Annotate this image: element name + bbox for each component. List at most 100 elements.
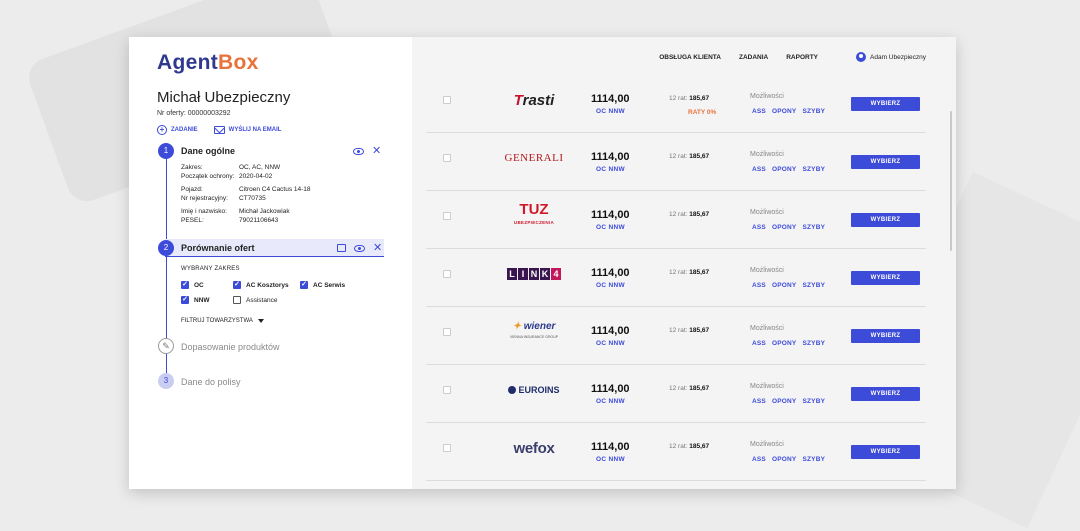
checkbox-assistance[interactable]: Assistance xyxy=(233,296,277,304)
offer-select-checkbox[interactable] xyxy=(443,444,451,452)
extra-ass[interactable]: ASS xyxy=(752,224,766,231)
extra-opony[interactable]: OPONY xyxy=(772,398,796,405)
offer-coverage: OC NNW xyxy=(596,166,625,173)
checkbox-ac-kosztorys[interactable]: ✓ AC Kosztorys xyxy=(233,281,289,289)
add-task-label: ZADANIE xyxy=(171,127,198,133)
offer-row: Trasti 1114,00 OC NNW 12 rat: 185,67 RAT… xyxy=(426,75,926,133)
reg-value: CT70735 xyxy=(239,195,266,202)
close-icon[interactable]: ✕ xyxy=(373,243,382,254)
choose-offer-button[interactable]: WYBIERZ xyxy=(851,445,920,459)
scrollbar[interactable] xyxy=(950,111,952,251)
choose-offer-button[interactable]: WYBIERZ xyxy=(851,97,920,111)
checkbox-checked-icon: ✓ xyxy=(300,281,308,289)
extra-opony[interactable]: OPONY xyxy=(772,224,796,231)
eye-icon[interactable] xyxy=(354,244,365,252)
extra-opony[interactable]: OPONY xyxy=(772,108,796,115)
choose-offer-button[interactable]: WYBIERZ xyxy=(851,329,920,343)
zakres-label: Zakres: xyxy=(181,164,203,171)
offer-price: 1114,00 xyxy=(591,383,630,395)
offer-select-checkbox[interactable] xyxy=(443,96,451,104)
offer-installments: 12 rat: 185,67 xyxy=(669,443,710,450)
offer-row: GENERALI 1114,00 OC NNW 12 rat: 185,67 M… xyxy=(426,133,926,191)
checkbox-oc[interactable]: ✓ OC xyxy=(181,281,204,289)
step-2-controls: ✕ xyxy=(337,243,382,254)
step-3-badge: 3 xyxy=(158,373,174,389)
checkbox-ac-serwis[interactable]: ✓ AC Serwis xyxy=(300,281,345,289)
extra-ass[interactable]: ASS xyxy=(752,166,766,173)
extra-ass[interactable]: ASS xyxy=(752,456,766,463)
nav-customer-service[interactable]: OBSŁUGA KLIENTA xyxy=(659,54,721,61)
extra-opony[interactable]: OPONY xyxy=(772,166,796,173)
start-label: Początek ochrony: xyxy=(181,173,235,180)
eye-icon[interactable] xyxy=(353,147,364,155)
add-task-button[interactable]: + ZADANIE xyxy=(157,125,198,135)
user-menu[interactable]: Adam Ubezpieczny xyxy=(856,52,926,62)
step-1-controls: ✕ xyxy=(353,146,381,157)
extra-opony[interactable]: OPONY xyxy=(772,282,796,289)
print-icon[interactable] xyxy=(337,244,346,252)
extra-szyby[interactable]: SZYBY xyxy=(802,456,825,463)
send-email-button[interactable]: WYŚLIJ NA EMAIL xyxy=(213,126,282,134)
checkbox-label: AC Kosztorys xyxy=(246,281,289,289)
offer-price: 1114,00 xyxy=(591,441,630,453)
offer-price: 1114,00 xyxy=(591,151,630,163)
extra-ass[interactable]: ASS xyxy=(752,398,766,405)
offer-options-label: Możliwości xyxy=(750,267,784,274)
offer-select-checkbox[interactable] xyxy=(443,154,451,162)
nav-reports[interactable]: RAPORTY xyxy=(786,54,818,61)
close-icon[interactable]: ✕ xyxy=(372,146,381,157)
offer-extras: ASS OPONY SZYBY xyxy=(752,224,825,231)
insurer-logo: TUZ UBEZPIECZENIA xyxy=(494,202,574,229)
extra-szyby[interactable]: SZYBY xyxy=(802,224,825,231)
send-email-label: WYŚLIJ NA EMAIL xyxy=(228,127,282,133)
pesel-label: PESEL: xyxy=(181,217,204,224)
choose-offer-button[interactable]: WYBIERZ xyxy=(851,271,920,285)
extra-szyby[interactable]: SZYBY xyxy=(802,108,825,115)
offer-select-checkbox[interactable] xyxy=(443,270,451,278)
offer-options-label: Możliwości xyxy=(750,383,784,390)
offer-installments: 12 rat: 185,67 xyxy=(669,327,710,334)
user-name: Adam Ubezpieczny xyxy=(870,53,926,61)
logo-part-agent: Agent xyxy=(157,51,218,74)
offer-select-checkbox[interactable] xyxy=(443,328,451,336)
offer-number: Nr oferty: 00000003292 xyxy=(157,110,231,117)
top-nav: OBSŁUGA KLIENTA ZADANIA RAPORTY Adam Ube… xyxy=(641,52,926,62)
extra-ass[interactable]: ASS xyxy=(752,282,766,289)
step-products-title[interactable]: Dopasowanie produktów xyxy=(181,342,280,352)
offer-price: 1114,00 xyxy=(591,209,630,221)
offer-coverage: OC NNW xyxy=(596,456,625,463)
offer-coverage: OC NNW xyxy=(596,282,625,289)
offer-select-checkbox[interactable] xyxy=(443,386,451,394)
choose-offer-button[interactable]: WYBIERZ xyxy=(851,155,920,169)
checkbox-unchecked-icon xyxy=(233,296,241,304)
step-1-title[interactable]: Dane ogólne xyxy=(181,146,235,156)
choose-offer-button[interactable]: WYBIERZ xyxy=(851,213,920,227)
step-3-title[interactable]: Dane do polisy xyxy=(181,377,241,387)
extra-ass[interactable]: ASS xyxy=(752,340,766,347)
offer-select-checkbox[interactable] xyxy=(443,212,451,220)
logo-part-box: Box xyxy=(218,51,259,74)
step-2-title[interactable]: Porównanie ofert xyxy=(181,243,255,253)
extra-opony[interactable]: OPONY xyxy=(772,456,796,463)
insurer-logo: Trasti xyxy=(494,87,574,113)
extra-szyby[interactable]: SZYBY xyxy=(802,166,825,173)
extra-ass[interactable]: ASS xyxy=(752,108,766,115)
choose-offer-button[interactable]: WYBIERZ xyxy=(851,387,920,401)
offer-price: 1114,00 xyxy=(591,267,630,279)
extra-szyby[interactable]: SZYBY xyxy=(802,282,825,289)
offer-extras: ASS OPONY SZYBY xyxy=(752,282,825,289)
general-details: Zakres: OC, AC, NNW Początek ochrony: 2020… xyxy=(181,164,311,226)
filter-insurers-dropdown[interactable]: FILTRUJ TOWARZYSTWA xyxy=(181,318,264,324)
checkbox-checked-icon: ✓ xyxy=(233,281,241,289)
checkbox-nnw[interactable]: ✓ NNW xyxy=(181,296,210,304)
filter-label: FILTRUJ TOWARZYSTWA xyxy=(181,318,253,324)
extra-opony[interactable]: OPONY xyxy=(772,340,796,347)
nav-tasks[interactable]: ZADANIA xyxy=(739,54,768,61)
insurer-logo: wefox xyxy=(494,435,574,461)
extra-szyby[interactable]: SZYBY xyxy=(802,340,825,347)
mail-icon xyxy=(213,126,225,134)
offer-extras: ASS OPONY SZYBY xyxy=(752,340,825,347)
extra-szyby[interactable]: SZYBY xyxy=(802,398,825,405)
offer-options-label: Możliwości xyxy=(750,93,784,100)
offer-coverage: OC NNW xyxy=(596,224,625,231)
